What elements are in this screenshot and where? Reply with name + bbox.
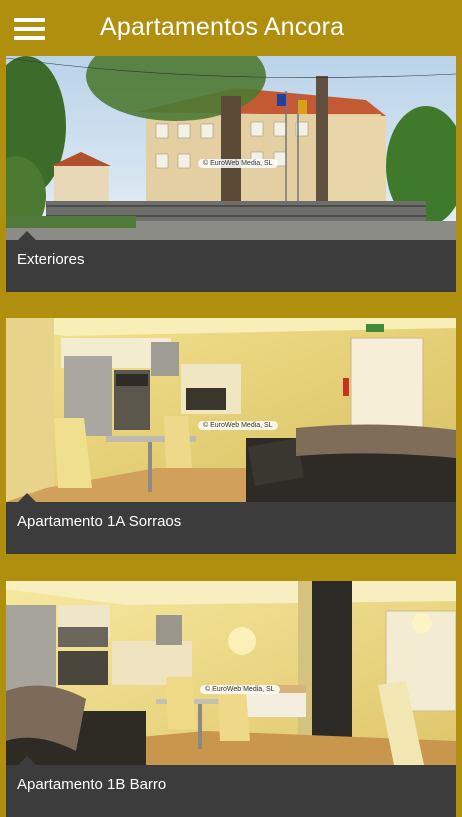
- gallery-card-exteriores[interactable]: © EuroWeb Media, SL Exteriores: [6, 56, 456, 292]
- photo-watermark: © EuroWeb Media, SL: [198, 159, 278, 168]
- card-caption: Apartamento 1A Sorraos: [6, 493, 456, 554]
- card-label: Apartamento 1B Barro: [17, 776, 167, 793]
- gallery-card-apartamento-1b[interactable]: © EuroWeb Media, SL Apartamento 1B Barro: [6, 581, 456, 817]
- gallery-card-apartamento-1a[interactable]: © EuroWeb Media, SL Apartamento 1A Sorra…: [6, 318, 456, 554]
- caption-pointer: [18, 756, 36, 765]
- card-photo: © EuroWeb Media, SL: [6, 581, 456, 765]
- card-caption: Apartamento 1B Barro: [6, 756, 456, 817]
- card-caption: Exteriores: [6, 231, 456, 292]
- card-photo: © EuroWeb Media, SL: [6, 56, 456, 240]
- app-header: Apartamentos Ancora: [0, 0, 462, 58]
- hamburger-menu-icon[interactable]: [14, 16, 46, 42]
- photo-watermark: © EuroWeb Media, SL: [200, 685, 280, 694]
- card-label: Apartamento 1A Sorraos: [17, 513, 182, 530]
- caption-pointer: [18, 493, 36, 502]
- caption-pointer: [18, 231, 36, 240]
- page-title: Apartamentos Ancora: [100, 13, 345, 41]
- photo-watermark: © EuroWeb Media, SL: [198, 421, 278, 430]
- card-photo: © EuroWeb Media, SL: [6, 318, 456, 502]
- card-label: Exteriores: [17, 251, 85, 268]
